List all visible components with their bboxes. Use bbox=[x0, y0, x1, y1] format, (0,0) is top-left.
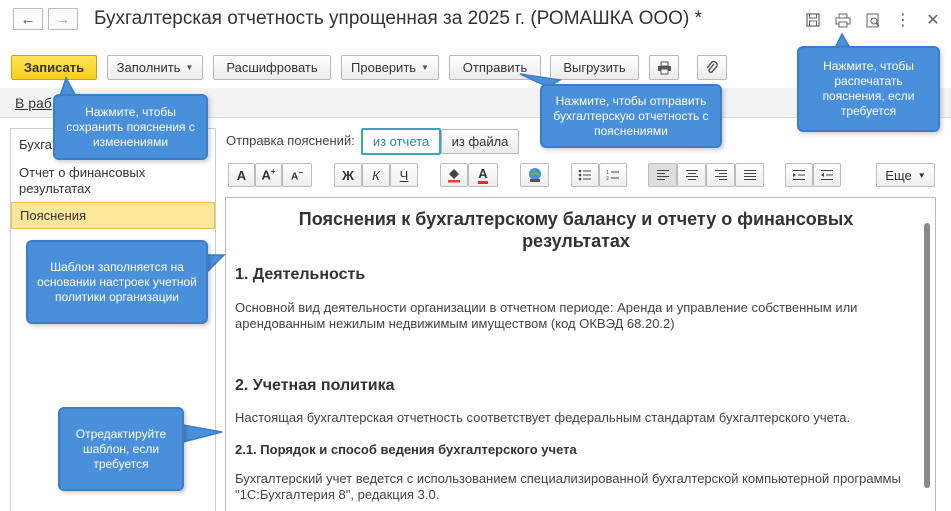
callout-edit: Отредактируйте шаблон, если требуется bbox=[58, 407, 184, 491]
callout-save: Нажмите, чтобы сохранить пояснения с изм… bbox=[53, 94, 208, 160]
callout-send: Нажмите, чтобы отправить бухгалтерскую о… bbox=[540, 84, 722, 148]
callout-template: Шаблон заполняется на основании настроек… bbox=[26, 240, 208, 324]
callout-print: Нажмите, чтобы распечатать пояснения, ес… bbox=[797, 46, 940, 132]
